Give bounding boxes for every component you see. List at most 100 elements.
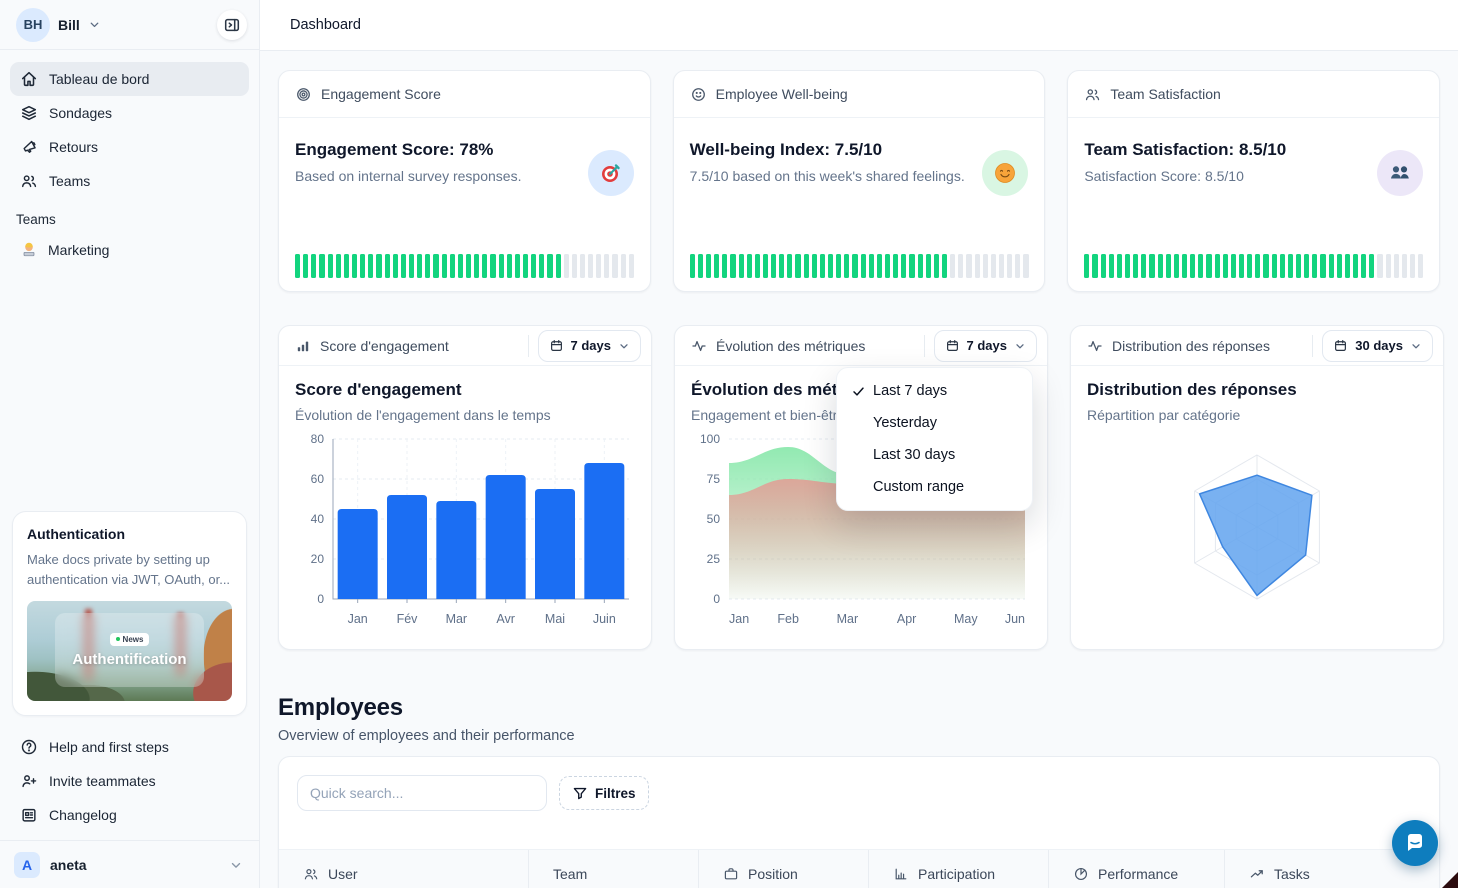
progress-segment — [360, 254, 365, 278]
sidebar-item-feedback[interactable]: Retours — [10, 130, 249, 164]
chat-widget-button[interactable] — [1392, 820, 1438, 866]
sidebar: BH Bill Tableau de bord Sondages Retours… — [0, 0, 260, 888]
progress-segment — [474, 254, 479, 278]
svg-text:25: 25 — [707, 552, 721, 566]
menu-item-custom-range[interactable]: Custom range — [837, 471, 1032, 503]
svg-text:0: 0 — [317, 592, 324, 606]
chevron-down-icon — [88, 18, 101, 31]
sidebar-footer-nav: Help and first steps Invite teammates Ch… — [0, 726, 259, 832]
progress-segment — [1215, 254, 1220, 278]
progress-segment — [909, 254, 914, 278]
progress-segment — [1223, 254, 1228, 278]
sidebar-item-label: Teams — [49, 173, 90, 189]
column-header-user[interactable]: User — [279, 850, 529, 888]
progress-segment — [385, 254, 390, 278]
promo-image-overlay: News Authentification — [55, 613, 204, 687]
promo-card[interactable]: Authentication Make docs private by sett… — [12, 511, 247, 716]
menu-item-label: Last 30 days — [873, 447, 955, 463]
funnel-icon — [572, 785, 588, 801]
progress-segment — [714, 254, 719, 278]
progress-segment — [1190, 254, 1195, 278]
chevron-down-icon — [229, 858, 243, 872]
stat-card-header-label: Engagement Score — [321, 86, 441, 102]
chart-subtitle: Répartition par catégorie — [1087, 407, 1427, 423]
progress-segment — [368, 254, 373, 278]
progress-segment — [1174, 254, 1179, 278]
progress-segment — [1149, 254, 1154, 278]
sidebar-item-help[interactable]: Help and first steps — [10, 730, 249, 764]
column-header-team[interactable]: Team — [529, 850, 699, 888]
progress-segment — [771, 254, 776, 278]
workspace-name[interactable]: Bill — [58, 17, 80, 33]
progress-segment — [612, 254, 617, 278]
sidebar-item-dashboard[interactable]: Tableau de bord — [10, 62, 249, 96]
menu-item-yesterday[interactable]: Yesterday — [837, 407, 1032, 439]
table-toolbar: Filtres — [279, 757, 1439, 811]
progress-segment — [311, 254, 316, 278]
sidebar-item-changelog[interactable]: Changelog — [10, 798, 249, 832]
progress-segment — [596, 254, 601, 278]
panel-collapse-icon — [223, 16, 241, 34]
date-range-button[interactable]: 30 days — [1322, 330, 1433, 362]
changelog-icon — [20, 806, 38, 824]
sidebar-item-teams[interactable]: Teams — [10, 164, 249, 198]
progress-segment — [1304, 254, 1309, 278]
progress-segment — [1386, 254, 1391, 278]
chart-title: Score d'engagement — [295, 380, 635, 400]
progress-segment — [698, 254, 703, 278]
stat-card-header-label: Team Satisfaction — [1110, 86, 1221, 102]
progress-segment — [958, 254, 963, 278]
svg-text:40: 40 — [311, 512, 325, 526]
home-icon — [20, 70, 38, 88]
progress-segment — [1410, 254, 1415, 278]
progress-segment — [795, 254, 800, 278]
team-item-label: Marketing — [48, 242, 109, 258]
progress-segment — [836, 254, 841, 278]
progress-segment — [328, 254, 333, 278]
sidebar-item-label: Help and first steps — [49, 739, 169, 755]
date-range-button[interactable]: 7 days — [538, 330, 641, 362]
promo-title: Authentication — [27, 526, 232, 542]
sidebar-collapse-button[interactable] — [217, 10, 247, 40]
stat-title: Team Satisfaction: 8.5/10 — [1084, 140, 1423, 160]
progress-segment — [1377, 254, 1382, 278]
column-header-position[interactable]: Position — [699, 850, 869, 888]
progress-segment — [1084, 254, 1089, 278]
date-range-button[interactable]: 7 days — [934, 330, 1037, 362]
progress-segment — [442, 254, 447, 278]
progress-segment — [1369, 254, 1374, 278]
column-header-performance[interactable]: Performance — [1049, 850, 1225, 888]
progress-segment — [1394, 254, 1399, 278]
menu-item-last-7-days[interactable]: Last 7 days — [837, 375, 1032, 407]
filters-button[interactable]: Filtres — [559, 776, 649, 810]
progress-segment — [999, 254, 1004, 278]
trend-up-icon — [1249, 866, 1265, 882]
avatar[interactable]: BH — [16, 8, 50, 42]
progress-segment — [763, 254, 768, 278]
progress-segment — [820, 254, 825, 278]
progress-segment — [393, 254, 398, 278]
progress-segment — [1007, 254, 1012, 278]
promo-description: Make docs private by setting up authenti… — [27, 550, 232, 589]
chat-bubble-icon — [1403, 831, 1427, 855]
progress-segment — [482, 254, 487, 278]
employees-title: Employees — [278, 694, 1440, 722]
smiling-face-emoji-icon — [982, 150, 1028, 196]
progress-segment — [1263, 254, 1268, 278]
sidebar-team-marketing[interactable]: Marketing — [0, 233, 259, 267]
chart-card-metrics-evolution: Évolution des métriques 7 days Évolution… — [674, 325, 1048, 650]
progress-segment — [580, 254, 585, 278]
account-switcher[interactable]: A aneta — [0, 841, 259, 888]
search-input[interactable] — [297, 775, 547, 811]
progress-segment — [352, 254, 357, 278]
sidebar-spacer — [0, 267, 259, 501]
stat-card-header: Engagement Score — [279, 71, 650, 118]
progress-segment — [934, 254, 939, 278]
progress-segment — [1296, 254, 1301, 278]
chart-card-header: Distribution des réponses 30 days — [1071, 326, 1443, 366]
sidebar-item-invite[interactable]: Invite teammates — [10, 764, 249, 798]
sidebar-item-surveys[interactable]: Sondages — [10, 96, 249, 130]
column-header-participation[interactable]: Participation — [869, 850, 1049, 888]
progress-segment — [706, 254, 711, 278]
menu-item-last-30-days[interactable]: Last 30 days — [837, 439, 1032, 471]
